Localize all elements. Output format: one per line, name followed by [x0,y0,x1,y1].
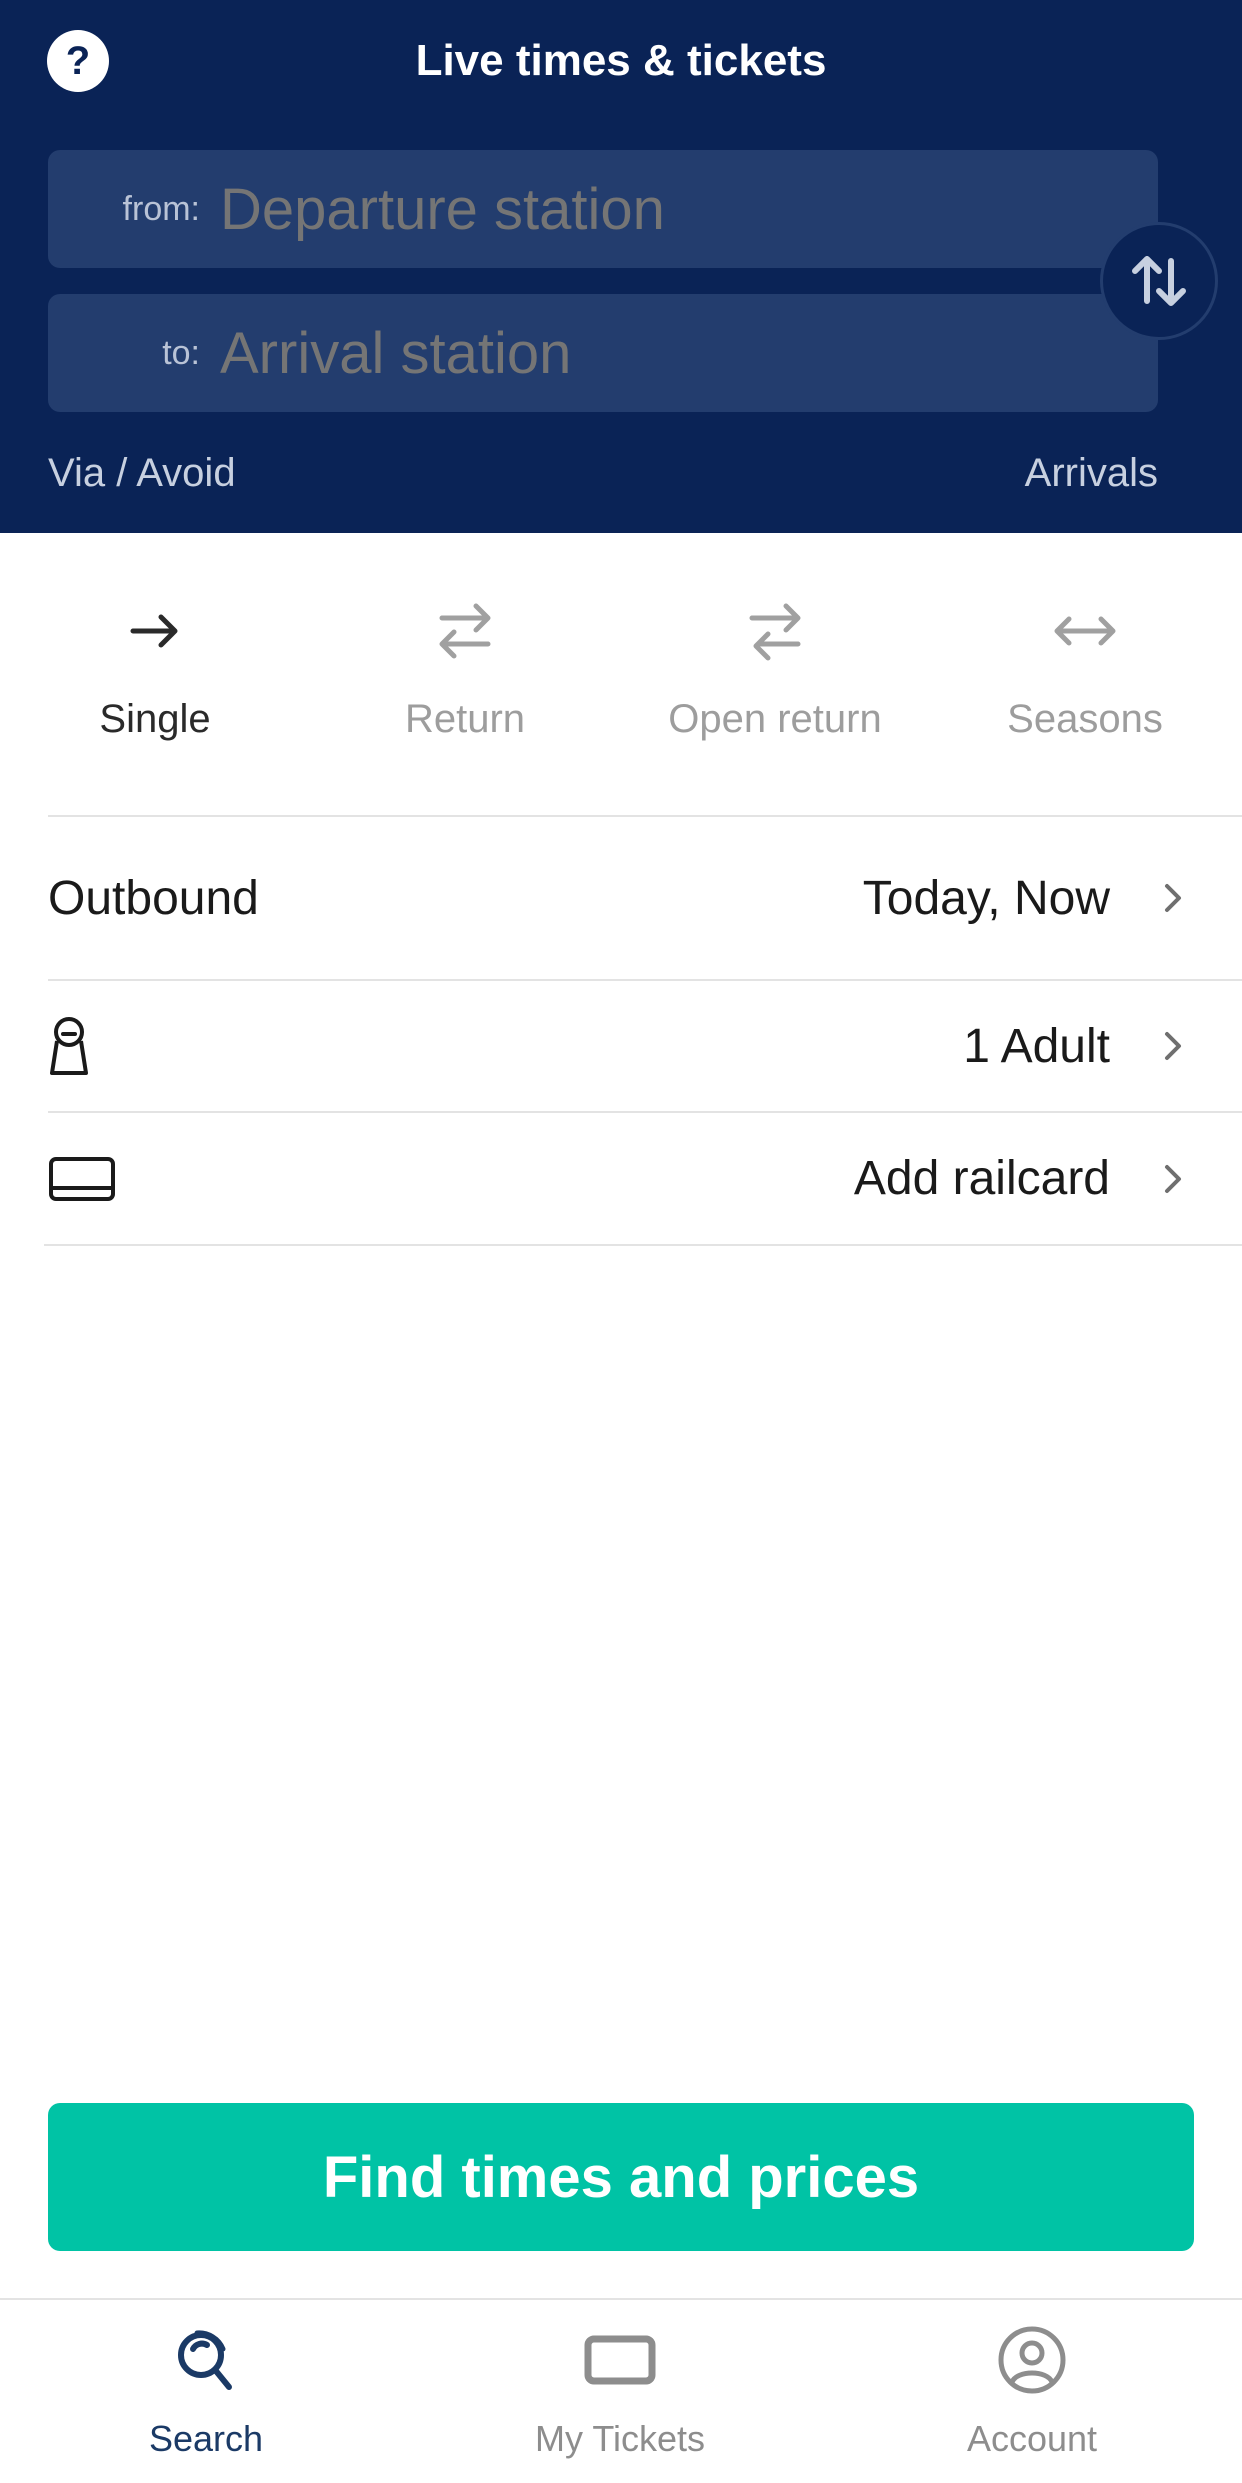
ticket-type-label: Single [99,697,211,741]
ticket-type-return[interactable]: Return [310,593,620,742]
departure-station-field[interactable]: from: [48,150,1158,268]
railcard-row[interactable]: Add railcard [0,1113,1242,1244]
arrival-station-input[interactable] [220,319,1158,387]
departure-station-input[interactable] [220,175,1158,243]
ticket-icon [584,2335,656,2385]
tab-label: Account [966,2418,1098,2459]
ticket-type-open-return[interactable]: Open return [620,593,930,742]
ticket-type-seasons[interactable]: Seasons [930,593,1240,742]
outbound-value: Today, Now [862,871,1110,925]
railcard-icon [49,1156,115,1201]
page-title: Live times & tickets [415,36,827,85]
arrival-station-field[interactable]: to: [48,294,1158,412]
search-icon [178,2330,232,2390]
tab-my-tickets[interactable]: My Tickets [470,2320,770,2460]
tab-account[interactable]: Account [882,2320,1182,2460]
chevron-right-icon [1165,1032,1181,1060]
via-avoid-link[interactable]: Via / Avoid [48,448,236,498]
from-label: from: [122,189,200,228]
divider [44,1244,1242,1246]
return-arrows-icon [439,603,491,659]
bottom-tab-bar: Search My Tickets Account [0,2298,1242,2483]
tab-label: My Tickets [534,2418,705,2459]
open-return-icon [749,603,801,661]
swap-arrows-icon [1132,256,1186,306]
tab-label: Search [148,2418,264,2459]
person-icon [50,1017,88,1075]
passengers-value: 1 Adult [963,1019,1110,1073]
tab-search[interactable]: Search [56,2320,356,2460]
ticket-type-selector: Single Return Open return Seasons [0,533,1242,815]
chevron-right-icon [1165,1164,1181,1193]
outbound-row[interactable]: Outbound Today, Now [0,817,1242,979]
ticket-type-single[interactable]: Single [0,593,310,742]
passengers-row[interactable]: 1 Adult [0,981,1242,1111]
chevron-right-icon [1165,884,1181,912]
double-arrow-icon [1054,616,1116,646]
account-icon [998,2326,1066,2394]
find-times-button[interactable]: Find times and prices [48,2103,1194,2251]
search-header: ? Live times & tickets from: to: Via / A… [0,0,1242,533]
to-label: to: [162,333,200,372]
ticket-type-label: Open return [668,697,882,741]
ticket-type-label: Seasons [1007,697,1163,741]
railcard-value: Add railcard [853,1152,1110,1205]
swap-stations-button[interactable] [1100,222,1218,340]
ticket-type-label: Return [404,697,526,741]
arrow-right-icon [130,614,178,648]
arrivals-link[interactable]: Arrivals [1025,448,1158,498]
outbound-label: Outbound [48,871,259,925]
